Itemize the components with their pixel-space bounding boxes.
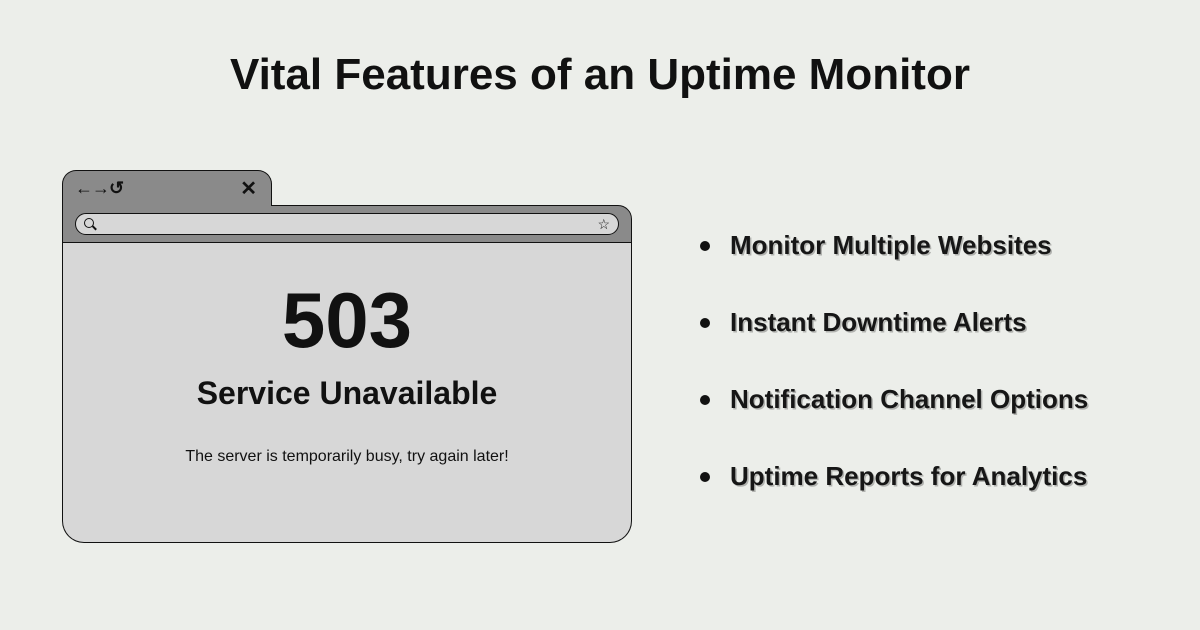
feature-list: Monitor Multiple Websites Instant Downti… <box>700 230 1160 538</box>
page-title: Vital Features of an Uptime Monitor <box>0 50 1200 100</box>
error-code: 503 <box>282 281 412 359</box>
star-icon[interactable]: ☆ <box>597 217 610 231</box>
browser-window: ←→↺ ✕ ☆ 503 Service Unavailable The serv… <box>62 170 632 543</box>
browser-tab-bar: ←→↺ ✕ <box>62 170 272 206</box>
close-icon[interactable]: ✕ <box>240 176 257 201</box>
search-icon <box>84 218 96 230</box>
list-item: Instant Downtime Alerts <box>700 307 1160 338</box>
browser-toolbar: ☆ <box>62 205 632 243</box>
page-body: 503 Service Unavailable The server is te… <box>62 243 632 543</box>
list-item: Monitor Multiple Websites <box>700 230 1160 261</box>
url-bar[interactable]: ☆ <box>75 213 619 235</box>
list-item: Notification Channel Options <box>700 384 1160 415</box>
error-status: Service Unavailable <box>197 375 498 412</box>
nav-arrows-icon[interactable]: ←→↺ <box>75 178 123 199</box>
list-item: Uptime Reports for Analytics <box>700 461 1160 492</box>
error-message: The server is temporarily busy, try agai… <box>185 448 508 466</box>
